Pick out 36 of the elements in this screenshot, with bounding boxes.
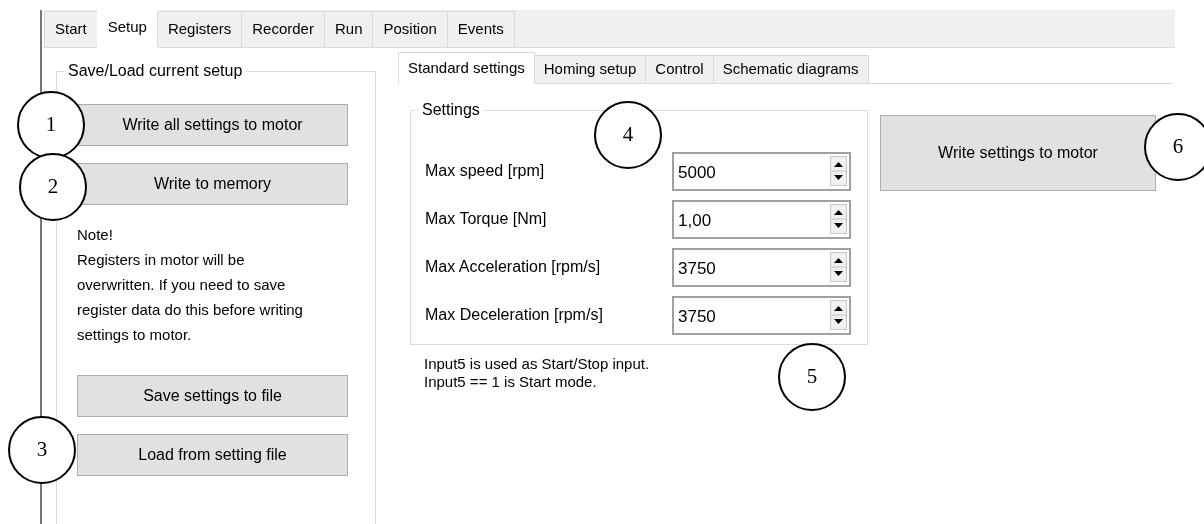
- note-text: Registers in motor will be overwritten. If you need to save register data do this before writing settings to motor.: [77, 250, 304, 345]
- callout-marker: 3: [8, 416, 76, 484]
- field-label: Max Deceleration [rpm/s]: [425, 305, 603, 325]
- callout-marker: 4: [594, 101, 662, 169]
- action-button[interactable]: Load from setting file: [77, 434, 348, 476]
- tab[interactable]: Homing setup: [533, 55, 647, 83]
- group-title: Save/Load current setup: [64, 61, 247, 81]
- info-text: Input5 == 1 is Start mode.: [424, 373, 597, 391]
- number-field[interactable]: 1,00: [672, 199, 851, 239]
- tab[interactable]: Registers: [156, 11, 243, 47]
- field-label: Max speed [rpm]: [425, 161, 545, 181]
- tab[interactable]: Start: [44, 11, 98, 47]
- callout-marker: 5: [778, 343, 846, 411]
- action-button[interactable]: Write all settings to motor: [77, 104, 348, 146]
- field-label: Max Torque [Nm]: [425, 209, 547, 229]
- tab[interactable]: Events: [446, 11, 515, 47]
- info-text: Input5 is used as Start/Stop input.: [424, 355, 650, 373]
- action-button[interactable]: Write to memory: [77, 163, 348, 205]
- number-field[interactable]: 5000: [672, 151, 851, 191]
- spinner-arrows-icon[interactable]: [830, 203, 847, 234]
- group-title: Settings: [418, 100, 484, 120]
- number-field[interactable]: 3750: [672, 247, 851, 287]
- tab[interactable]: Schematic diagrams: [712, 55, 869, 83]
- spinner-arrows-icon[interactable]: [830, 155, 847, 186]
- note-title: Note!: [77, 225, 114, 245]
- tab[interactable]: Standard settings: [398, 52, 535, 84]
- callout-marker: 6: [1144, 113, 1204, 181]
- tab[interactable]: Control: [645, 55, 714, 83]
- spinner-arrows-icon[interactable]: [830, 299, 847, 330]
- number-field[interactable]: 3750: [672, 295, 851, 335]
- spinner-arrows-icon[interactable]: [830, 251, 847, 282]
- write-button[interactable]: Write settings to motor: [880, 115, 1156, 191]
- callout-marker: 2: [19, 153, 87, 221]
- field-label: Max Acceleration [rpm/s]: [425, 257, 601, 277]
- action-button[interactable]: Save settings to file: [77, 375, 348, 417]
- tab[interactable]: Setup: [96, 9, 158, 48]
